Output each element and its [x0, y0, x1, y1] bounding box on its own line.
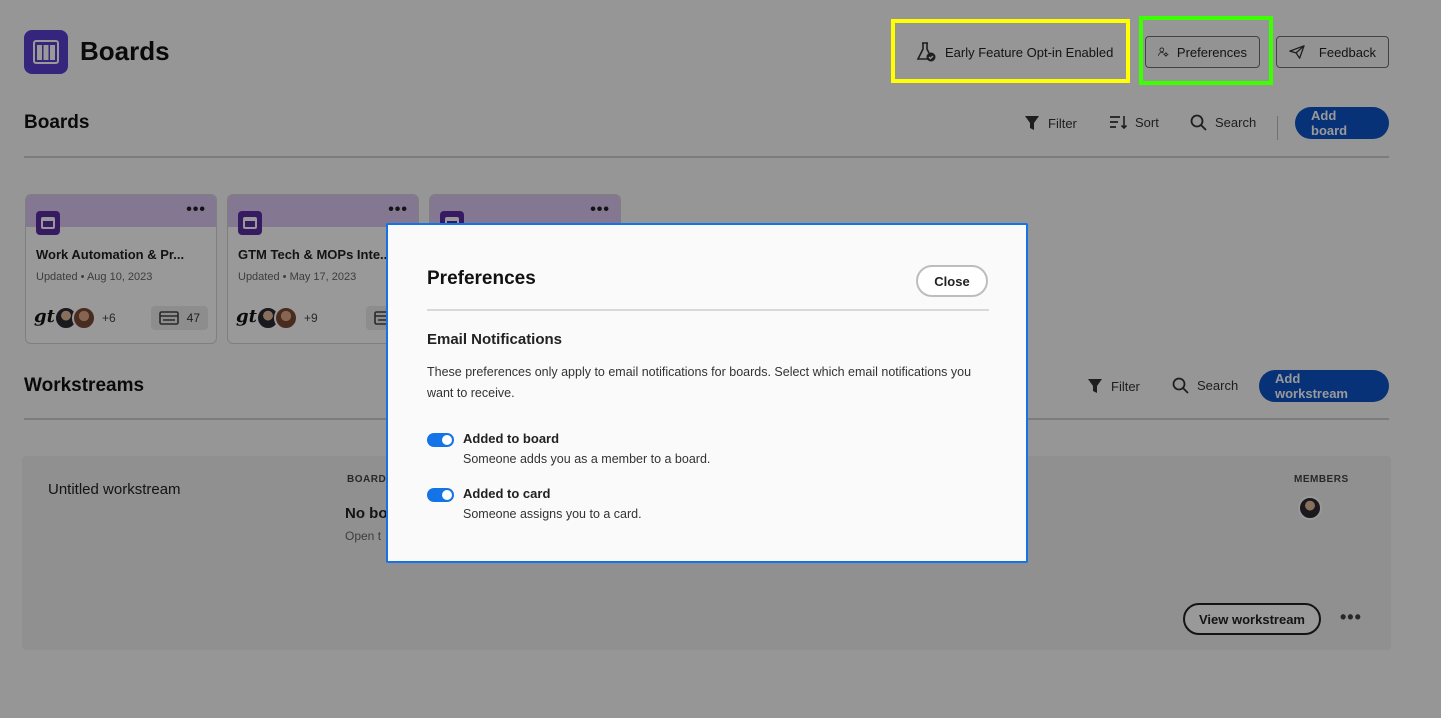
email-notifications-heading: Email Notifications: [427, 331, 563, 348]
pref-label: Added to board: [463, 431, 560, 446]
pref-description: Someone assigns you to a card.: [463, 507, 642, 521]
preferences-dialog: Preferences Close Email Notifications Th…: [386, 223, 1028, 563]
dialog-divider: [427, 309, 989, 311]
pref-description: Someone adds you as a member to a board.: [463, 452, 711, 466]
pref-label: Added to card: [463, 486, 551, 501]
highlight-preferences: [1139, 16, 1273, 85]
added-to-card-toggle[interactable]: [427, 488, 454, 502]
dialog-description: These preferences only apply to email no…: [427, 365, 972, 400]
dialog-title: Preferences: [427, 268, 536, 289]
added-to-board-toggle[interactable]: [427, 433, 454, 447]
highlight-early-feature: [891, 19, 1130, 83]
close-button[interactable]: Close: [916, 265, 988, 297]
